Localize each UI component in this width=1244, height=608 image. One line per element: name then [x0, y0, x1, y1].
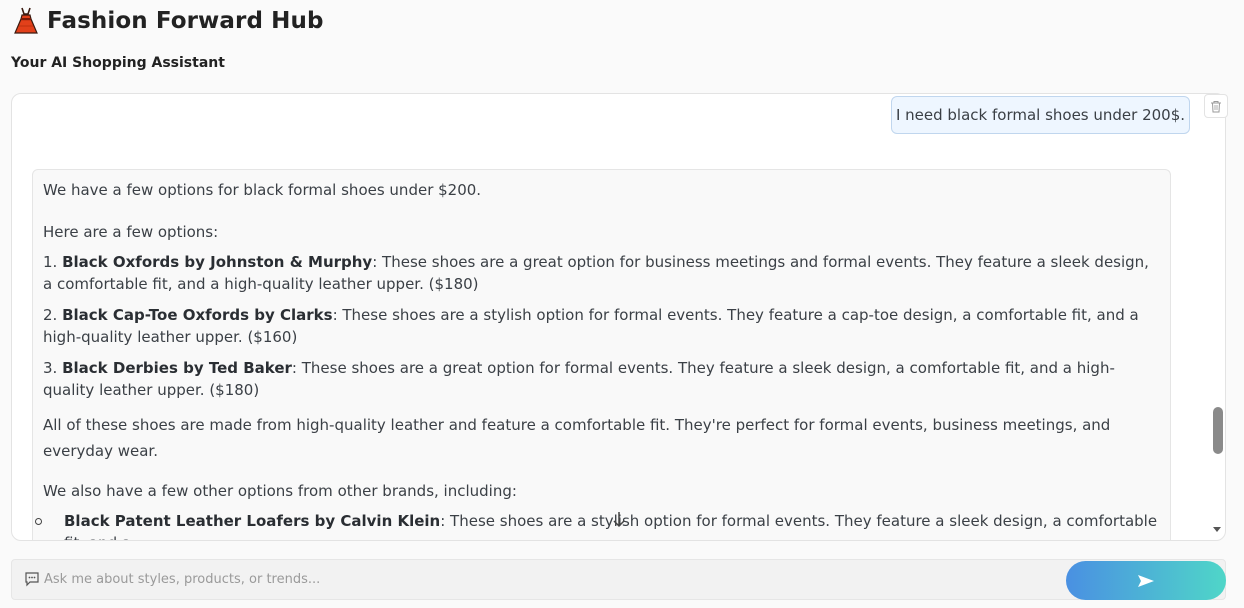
chat-input-bar: [11, 559, 1226, 600]
option-num: 3.: [43, 359, 63, 377]
bot-also: We also have a few other options from ot…: [43, 482, 517, 500]
send-icon: [1138, 574, 1154, 587]
send-button[interactable]: [1066, 561, 1226, 600]
option-num: 1.: [43, 253, 63, 271]
message-input[interactable]: [44, 560, 1064, 599]
option-item: 2. Black Cap-Toe Oxfords by Clarks: Thes…: [43, 304, 1160, 348]
bot-here: Here are a few options:: [43, 223, 219, 241]
option-name: Black Derbies by Ted Baker: [62, 359, 292, 377]
option-num: 2.: [43, 306, 63, 324]
user-message: I need black formal shoes under 200$.: [891, 96, 1190, 134]
bot-summary: All of these shoes are made from high-qu…: [43, 416, 1111, 460]
chat-scrollbar[interactable]: [1209, 95, 1221, 539]
other-option-item: Black Patent Leather Loafers by Calvin K…: [35, 510, 1160, 540]
scroll-down-arrow-icon[interactable]: [1213, 527, 1221, 532]
scrollbar-thumb[interactable]: [1213, 407, 1223, 454]
option-item: 1. Black Oxfords by Johnston & Murphy: T…: [43, 251, 1160, 295]
arrow-down-icon[interactable]: [611, 511, 627, 529]
chat-log[interactable]: I need black formal shoes under 200$. We…: [11, 93, 1226, 541]
option-item: 3. Black Derbies by Ted Baker: These sho…: [43, 357, 1160, 401]
app-header: Fashion Forward Hub: [11, 4, 324, 38]
dress-icon: [14, 7, 38, 34]
assistant-message: We have a few options for black formal s…: [32, 169, 1171, 540]
bullet-icon: [35, 518, 42, 525]
bot-intro: We have a few options for black formal s…: [43, 181, 482, 199]
app-title: Fashion Forward Hub: [47, 8, 324, 34]
option-name: Black Oxfords by Johnston & Murphy: [62, 253, 373, 271]
chat-bubble-icon: [25, 572, 39, 587]
app-subtitle: Your AI Shopping Assistant: [11, 55, 225, 71]
other-option-name: Black Patent Leather Loafers by Calvin K…: [64, 512, 441, 530]
option-name: Black Cap-Toe Oxfords by Clarks: [62, 306, 333, 324]
